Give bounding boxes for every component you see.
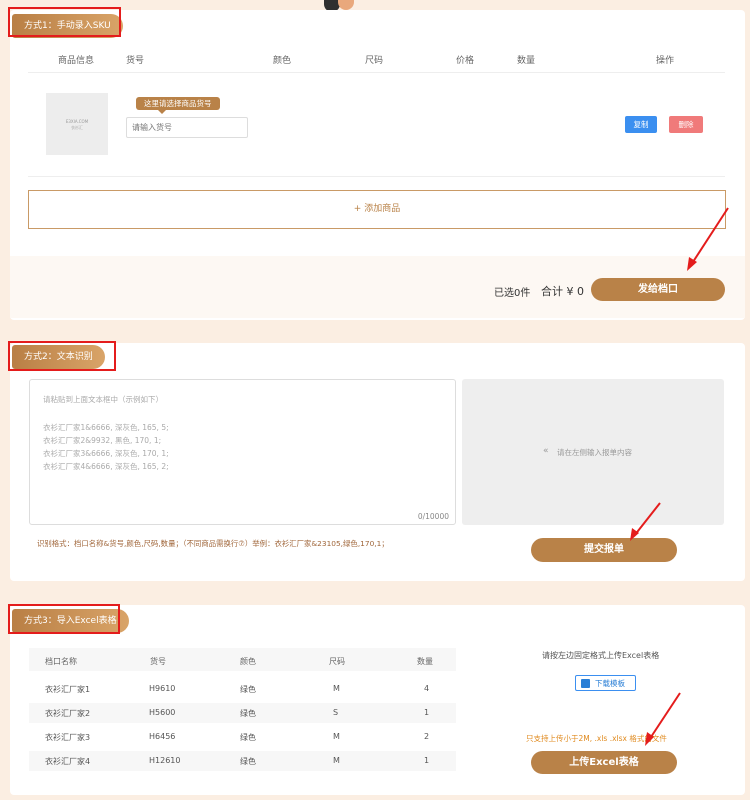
header-sku: 货号 xyxy=(126,56,145,66)
textarea-line-4: 衣衫汇厂家2&9932, 黑色, 170, 1; xyxy=(43,436,162,445)
section1-annotation-box xyxy=(8,7,121,37)
copy-button[interactable]: 复制 xyxy=(625,116,657,133)
manual-sku-card: 方式1：手动录入SKU 商品信息 货号 颜色 尺码 价格 数量 操作 E3XIA… xyxy=(10,10,745,320)
section2-annotation-box xyxy=(8,341,116,371)
textarea-line-5: 衣衫汇厂家3&6666, 深灰色, 170, 1; xyxy=(43,449,169,458)
col-stall-name: 档口名称 xyxy=(45,657,77,666)
table-row: 衣衫汇厂家2 H5600 绿色 S 1 xyxy=(29,703,456,723)
text-recognition-card: 方式2：文本识别 请粘贴到上面文本框中（示例如下） 衣衫汇厂家1&6666, 深… xyxy=(10,343,745,581)
preview-placeholder: 请在左侧输入报单内容 xyxy=(557,448,632,457)
total-price: 合计 ¥ 0 xyxy=(541,285,584,298)
download-template-label: 下载模板 xyxy=(595,679,625,688)
annotation-arrow-2 xyxy=(630,502,661,541)
section3-annotation-box xyxy=(8,604,120,634)
preview-panel: « 请在左侧输入报单内容 xyxy=(462,379,724,525)
header-price: 价格 xyxy=(456,56,475,66)
send-to-stall-button[interactable]: 发给档口 xyxy=(591,278,725,301)
header-quantity: 数量 xyxy=(517,56,536,66)
sku-tooltip: 这里请选择商品货号 xyxy=(136,97,220,110)
col-color: 颜色 xyxy=(240,657,256,666)
row-divider xyxy=(28,176,725,177)
header-size: 尺码 xyxy=(365,56,384,66)
table-row: 衣衫汇厂家1 H9610 绿色 M 4 xyxy=(45,684,430,694)
annotation-arrow-1 xyxy=(687,207,729,271)
col-qty: 数量 xyxy=(417,657,433,666)
format-hint: 识别格式：档口名称&货号,颜色,尺码,数量；（不同商品需换行⑦）举例：衣衫汇厂家… xyxy=(37,539,389,548)
excel-import-card: 方式3：导入Excel表格 档口名称 货号 颜色 尺码 数量 衣衫汇厂家1 H96… xyxy=(10,605,745,795)
chevron-left-icon: « xyxy=(543,446,549,456)
textarea-line-6: 衣衫汇厂家4&6666, 深灰色, 165, 2; xyxy=(43,462,169,471)
delete-button[interactable]: 删除 xyxy=(669,116,703,133)
order-textarea[interactable]: 请粘贴到上面文本框中（示例如下） 衣衫汇厂家1&6666, 深灰色, 165, … xyxy=(29,379,456,525)
textarea-line-1: 请粘贴到上面文本框中（示例如下） xyxy=(43,395,163,404)
selected-count: 已选0件 xyxy=(494,288,531,299)
excel-file-icon xyxy=(581,679,590,688)
col-sku: 货号 xyxy=(150,657,166,666)
download-template-button[interactable]: 下载模板 xyxy=(575,675,636,691)
table-row: 衣衫汇厂家4 H12610 绿色 M 1 xyxy=(29,751,456,771)
header-divider xyxy=(28,72,725,73)
sku-input[interactable] xyxy=(126,117,248,138)
table-row: 衣衫汇厂家3 H6456 绿色 M 2 xyxy=(45,732,430,742)
char-counter: 0/10000 xyxy=(417,512,449,521)
add-product-button[interactable]: + 添加商品 xyxy=(28,190,726,229)
header-color: 颜色 xyxy=(273,56,292,66)
upload-instruction: 请按左边固定格式上传Excel表格 xyxy=(542,651,660,660)
col-size: 尺码 xyxy=(329,657,345,666)
sku-tooltip-pointer xyxy=(158,110,166,114)
annotation-arrow-3 xyxy=(645,692,681,746)
header-product-info: 商品信息 xyxy=(58,56,95,66)
upload-excel-button[interactable]: 上传Excel表格 xyxy=(531,751,677,774)
header-actions: 操作 xyxy=(656,56,675,66)
textarea-line-3: 衣衫汇厂家1&6666, 深灰色, 165, 5; xyxy=(43,423,169,432)
product-image: E3XIA.COM 衣衫汇 xyxy=(46,93,108,155)
